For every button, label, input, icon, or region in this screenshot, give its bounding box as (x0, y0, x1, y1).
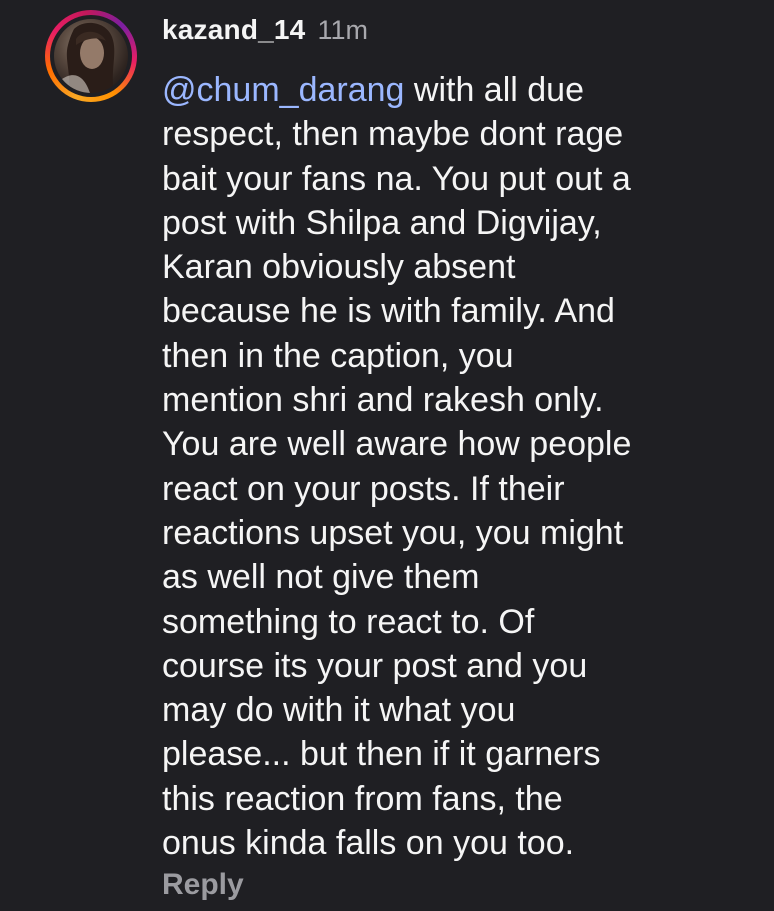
avatar (50, 15, 132, 97)
timestamp: 11m (317, 15, 368, 45)
comment-text: @chum_darang with all due respect, then … (162, 68, 762, 865)
comment-body: with all due respect, then maybe dont ra… (162, 71, 632, 863)
avatar-photo (54, 19, 128, 93)
username-link[interactable]: kazand_14 (162, 14, 305, 46)
avatar-image-icon (54, 22, 115, 93)
avatar-story-ring[interactable] (45, 10, 137, 102)
comment-header: kazand_14 11m (162, 14, 368, 54)
mention-link[interactable]: @chum_darang (162, 71, 404, 109)
reply-button[interactable]: Reply (162, 868, 244, 902)
comment: kazand_14 11m @chum_darang with all due … (0, 0, 774, 911)
